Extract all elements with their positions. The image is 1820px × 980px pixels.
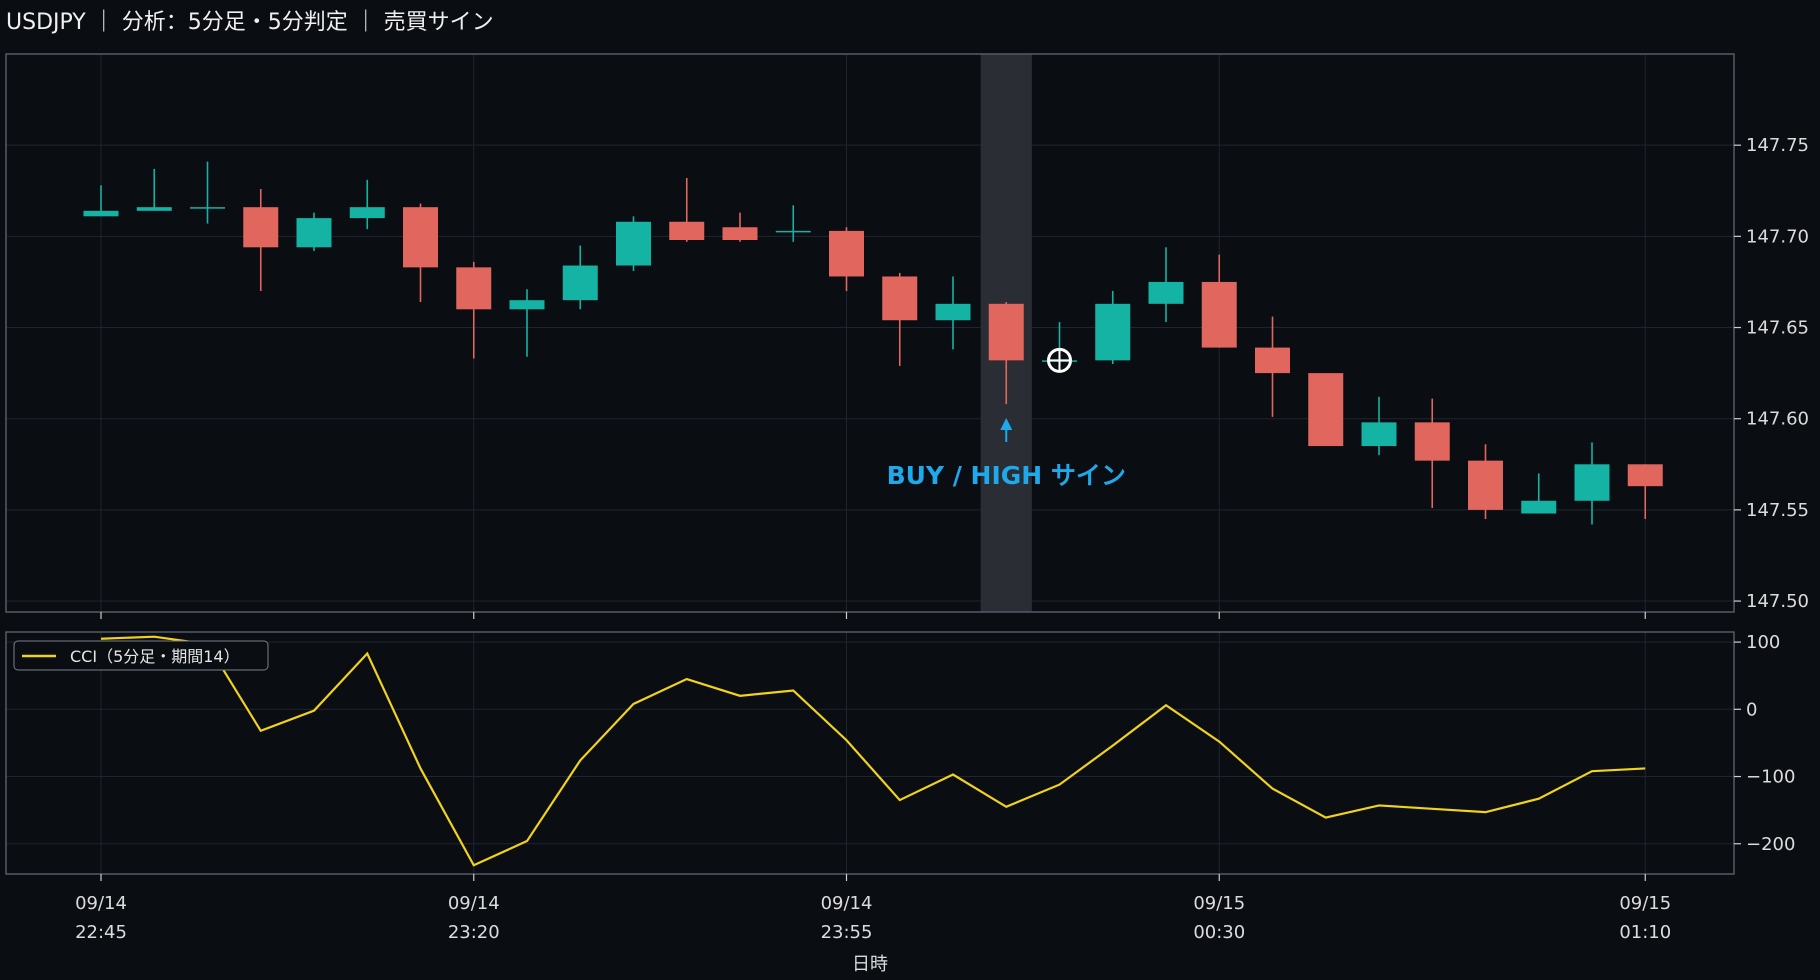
time-tick-time: 22:45 (75, 922, 127, 943)
candle-body-up (190, 207, 225, 209)
time-tick-time: 23:20 (448, 922, 500, 943)
time-tick-time: 23:55 (821, 922, 873, 943)
candle-body-down (456, 267, 492, 310)
candle-body-down (243, 207, 279, 248)
cci-line (100, 635, 1646, 867)
cci-series (100, 635, 1646, 867)
candle-body-down (1627, 464, 1663, 487)
candle-body-up (349, 207, 385, 219)
cci-tick-label: 0 (1746, 699, 1757, 720)
price-tick-label: 147.65 (1746, 318, 1809, 339)
candle-body-up (775, 230, 811, 233)
candle-body-down (1468, 460, 1503, 510)
chart-canvas: BUY / HIGH サイン 147.50147.55147.60147.651… (5, 53, 1809, 975)
time-axis: 09/14 22:45 09/14 23:20 09/14 23:55 09/15 00:30… (75, 612, 1671, 943)
time-tick-time: 00:30 (1193, 922, 1245, 943)
candle-body-up (1574, 464, 1610, 501)
time-tick-date: 09/14 (448, 893, 500, 914)
price-tick-label: 147.60 (1746, 409, 1809, 430)
cci-tick-label: 100 (1746, 632, 1780, 653)
candle-body-down (1201, 281, 1237, 348)
price-axis: 147.50 147.55 147.60 147.65 147.70 147.75 (1734, 135, 1809, 612)
price-tick-label: 147.75 (1746, 135, 1809, 156)
cci-tick-label: −200 (1746, 834, 1795, 855)
candle-body-up (83, 210, 119, 217)
time-tick-date: 09/15 (1193, 893, 1245, 914)
candle-body-up (1095, 303, 1131, 361)
cci-tick-label: −100 (1746, 767, 1795, 788)
candle-body-down (988, 303, 1024, 361)
candle-body-up (616, 221, 651, 266)
time-tick-date: 09/14 (821, 893, 873, 914)
candle-body-up (562, 265, 598, 301)
cci-axis: −200 −100 0 100 (1734, 632, 1795, 855)
candle-body-down (1255, 347, 1290, 374)
candle-body-down (403, 207, 438, 268)
time-tick-date: 09/14 (75, 893, 127, 914)
cci-legend: CCI（5分足・期間14） (13, 640, 269, 671)
signal-label: BUY / HIGH サイン (887, 461, 1126, 490)
candle-body-up (1521, 500, 1557, 514)
price-tick-label: 147.50 (1746, 591, 1809, 612)
candle-body-up (136, 207, 172, 211)
candle-body-down (669, 221, 705, 240)
time-tick-time: 01:10 (1619, 922, 1671, 943)
time-tick-date: 09/15 (1619, 893, 1671, 914)
candle-body-up (1148, 281, 1184, 304)
candle-body-up (935, 303, 971, 321)
candle-body-down (722, 227, 758, 240)
main-panel-frame (5, 53, 1735, 613)
main-panel-grid (6, 54, 1734, 612)
legend-label: CCI（5分足・期間14） (70, 647, 240, 666)
candle-body-down (829, 230, 864, 277)
candle-body-up (296, 218, 332, 248)
candle-body-down (1414, 422, 1450, 461)
candle-body-down (1308, 373, 1344, 447)
candle-body-up (1361, 422, 1397, 447)
price-tick-label: 147.70 (1746, 226, 1809, 247)
candle-body-up (509, 300, 545, 310)
x-axis-label: 日時 (852, 954, 888, 975)
candle-body-down (882, 276, 918, 321)
price-tick-label: 147.55 (1746, 500, 1809, 521)
candlestick-series (83, 161, 1663, 525)
